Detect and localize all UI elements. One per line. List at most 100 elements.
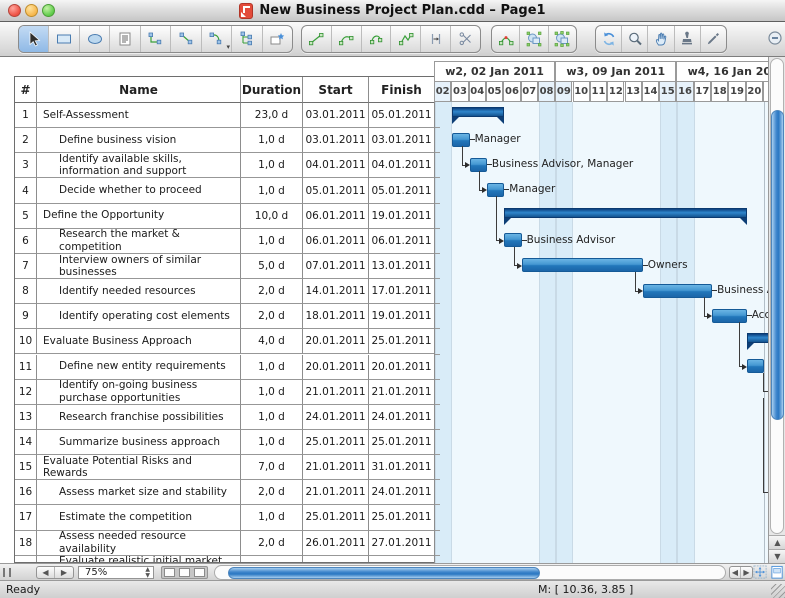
rotate-tool-button[interactable] bbox=[596, 26, 622, 52]
task-start-cell[interactable]: 06.01.2011 bbox=[303, 204, 369, 229]
task-duration-cell[interactable]: 1,0 d bbox=[241, 355, 303, 380]
task-name-cell[interactable]: Define new entity requirements bbox=[37, 355, 241, 380]
zoom-tool-button[interactable] bbox=[622, 26, 648, 52]
page-view-icon[interactable] bbox=[770, 565, 785, 580]
column-header-name[interactable]: Name bbox=[37, 77, 241, 103]
task-finish-cell[interactable]: 25.01.2011 bbox=[369, 430, 435, 455]
task-start-cell[interactable]: 21.01.2011 bbox=[303, 380, 369, 405]
view-mode-3-button[interactable] bbox=[194, 568, 205, 577]
task-duration-cell[interactable]: 2,0 d bbox=[241, 480, 303, 505]
task-finish-cell[interactable]: 24.01.2011 bbox=[369, 405, 435, 430]
gantt-task-bar[interactable] bbox=[522, 258, 643, 272]
gantt-task-bar[interactable] bbox=[452, 133, 469, 147]
reshape-tool-button[interactable] bbox=[492, 26, 520, 52]
view-mode-1-button[interactable] bbox=[164, 568, 175, 577]
task-finish-cell[interactable]: 21.01.2011 bbox=[369, 380, 435, 405]
task-start-cell[interactable]: 25.01.2011 bbox=[303, 430, 369, 455]
gantt-body[interactable]: ManagerBusiness Advisor, ManagerManagerB… bbox=[434, 102, 768, 563]
task-duration-cell[interactable]: 23,0 d bbox=[241, 103, 303, 128]
vertical-scroll-thumb[interactable] bbox=[771, 110, 784, 420]
task-name-cell[interactable]: Evaluate Potential Risks and Rewards bbox=[37, 455, 241, 480]
pan-tool-button[interactable] bbox=[648, 26, 674, 52]
task-duration-cell[interactable]: 1,0 d bbox=[241, 380, 303, 405]
select-tool-button[interactable] bbox=[19, 26, 49, 52]
task-duration-cell[interactable]: 2,0 d bbox=[241, 531, 303, 556]
task-start-cell[interactable]: 25.01.2011 bbox=[303, 505, 369, 530]
task-start-cell[interactable]: 14.01.2011 bbox=[303, 279, 369, 304]
task-name-cell[interactable]: Research franchise possibilities bbox=[37, 405, 241, 430]
horizontal-scroll-thumb[interactable] bbox=[228, 567, 540, 579]
task-finish-cell[interactable]: 04.01.2011 bbox=[369, 153, 435, 178]
task-duration-cell[interactable]: 1,0 d bbox=[241, 430, 303, 455]
gantt-summary-bar[interactable] bbox=[452, 107, 504, 117]
text-tool-button[interactable] bbox=[110, 26, 140, 52]
task-name-cell[interactable]: Estimate the competition bbox=[37, 505, 241, 530]
zoom-window-button[interactable] bbox=[42, 4, 55, 17]
task-name-cell[interactable]: Evaluate realistic initial market share bbox=[37, 556, 241, 563]
horizontal-scroll-track[interactable] bbox=[214, 565, 726, 580]
column-header-start[interactable]: Start bbox=[303, 77, 369, 103]
task-finish-cell[interactable]: 24.01.2011 bbox=[369, 480, 435, 505]
task-duration-cell[interactable]: 7,0 d bbox=[241, 455, 303, 480]
task-start-cell[interactable]: 21.01.2011 bbox=[303, 480, 369, 505]
gantt-task-bar[interactable] bbox=[643, 284, 712, 298]
gantt-summary-bar[interactable] bbox=[747, 333, 768, 343]
vertical-scrollbar[interactable]: ▲ ▼ bbox=[768, 57, 785, 563]
task-duration-cell[interactable]: 1,0 d bbox=[241, 556, 303, 563]
task-finish-cell[interactable]: 27.01.2011 bbox=[369, 531, 435, 556]
task-start-cell[interactable]: 28.01.2011 bbox=[303, 556, 369, 563]
task-name-cell[interactable]: Evaluate Business Approach bbox=[37, 329, 241, 354]
task-name-cell[interactable]: Assess needed resource availability bbox=[37, 531, 241, 556]
task-duration-cell[interactable]: 2,0 d bbox=[241, 304, 303, 329]
task-start-cell[interactable]: 20.01.2011 bbox=[303, 355, 369, 380]
gantt-task-bar[interactable] bbox=[487, 183, 504, 197]
close-button[interactable] bbox=[8, 4, 21, 17]
rectangle-tool-button[interactable] bbox=[49, 26, 79, 52]
task-finish-cell[interactable]: 05.01.2011 bbox=[369, 103, 435, 128]
arc-tool-button[interactable] bbox=[332, 26, 362, 52]
task-start-cell[interactable]: 06.01.2011 bbox=[303, 229, 369, 254]
resize-grip[interactable] bbox=[771, 584, 785, 598]
ungroup-tool-button[interactable] bbox=[549, 26, 576, 52]
pane-splitter-handle[interactable] bbox=[3, 568, 11, 577]
task-duration-cell[interactable]: 1,0 d bbox=[241, 128, 303, 153]
scissors-tool-button[interactable] bbox=[451, 26, 480, 52]
task-name-cell[interactable]: Identify available skills, information a… bbox=[37, 153, 241, 178]
tree-connector-tool-button[interactable] bbox=[232, 26, 262, 52]
stamp-tool-button[interactable] bbox=[675, 26, 701, 52]
scroll-down-button[interactable]: ▼ bbox=[769, 549, 785, 563]
task-duration-cell[interactable]: 5,0 d bbox=[241, 254, 303, 279]
task-finish-cell[interactable]: 25.01.2011 bbox=[369, 329, 435, 354]
minimize-button[interactable] bbox=[25, 4, 38, 17]
gantt-task-bar[interactable] bbox=[747, 359, 764, 373]
column-header-duration[interactable]: Duration bbox=[241, 77, 303, 103]
zoom-level-field[interactable]: 75% ▲▼ bbox=[78, 566, 154, 579]
task-name-cell[interactable]: Identify operating cost elements bbox=[37, 304, 241, 329]
gantt-task-bar[interactable] bbox=[470, 158, 487, 172]
task-finish-cell[interactable]: 31.01.2011 bbox=[369, 455, 435, 480]
task-duration-cell[interactable]: 2,0 d bbox=[241, 279, 303, 304]
task-name-cell[interactable]: Assess market size and stability bbox=[37, 480, 241, 505]
drawing-canvas[interactable]: #NameDurationStartFinish1Self-Assessment… bbox=[0, 57, 768, 563]
line-tool-button[interactable] bbox=[302, 26, 332, 52]
task-name-cell[interactable]: Interview owners of similar businesses bbox=[37, 254, 241, 279]
bezier-tool-button[interactable] bbox=[362, 26, 392, 52]
gantt-summary-bar[interactable] bbox=[504, 208, 746, 218]
new-shape-tool-button[interactable] bbox=[263, 26, 292, 52]
task-duration-cell[interactable]: 1,0 d bbox=[241, 229, 303, 254]
task-finish-cell[interactable]: 28.01.2011 bbox=[369, 556, 435, 563]
task-duration-cell[interactable]: 1,0 d bbox=[241, 405, 303, 430]
group-tool-button[interactable] bbox=[520, 26, 548, 52]
task-name-cell[interactable]: Summarize business approach bbox=[37, 430, 241, 455]
task-start-cell[interactable]: 03.01.2011 bbox=[303, 128, 369, 153]
task-start-cell[interactable]: 24.01.2011 bbox=[303, 405, 369, 430]
task-duration-cell[interactable]: 10,0 d bbox=[241, 204, 303, 229]
toolbar-overflow-button[interactable] bbox=[767, 30, 783, 50]
task-name-cell[interactable]: Research the market & competition bbox=[37, 229, 241, 254]
task-name-cell[interactable]: Self-Assessment bbox=[37, 103, 241, 128]
eyedropper-tool-button[interactable] bbox=[701, 26, 726, 52]
gantt-task-bar[interactable] bbox=[504, 233, 521, 247]
task-name-cell[interactable]: Identify on-going business purchase oppo… bbox=[37, 380, 241, 405]
task-name-cell[interactable]: Decide whether to proceed bbox=[37, 178, 241, 203]
column-header-num[interactable]: # bbox=[15, 77, 37, 103]
